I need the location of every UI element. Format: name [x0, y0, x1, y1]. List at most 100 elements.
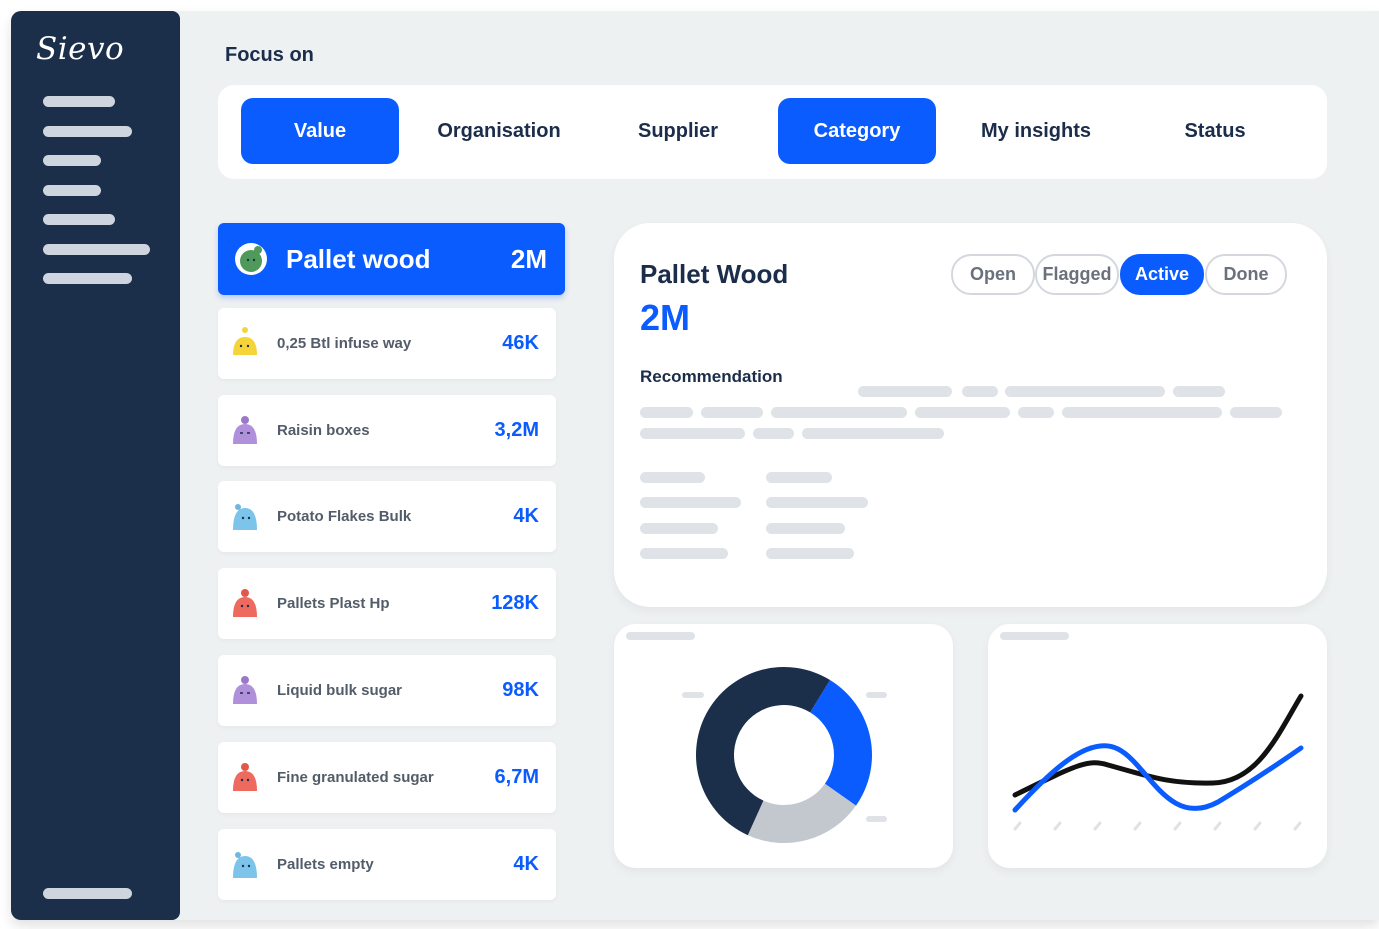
x-axis-tick: [1253, 821, 1262, 831]
placeholder-line: [962, 386, 998, 397]
x-axis-tick: [1293, 821, 1302, 831]
donut-chart: [626, 632, 887, 843]
sidebar-nav-item[interactable]: [43, 96, 115, 107]
green-character-icon: [235, 243, 267, 275]
category-name: Raisin boxes: [277, 422, 370, 439]
red-character-icon: [233, 763, 257, 791]
category-value: 98K: [502, 679, 539, 701]
x-axis-tick: [1053, 821, 1062, 831]
donut-segments: [696, 667, 872, 843]
tab-my-insights[interactable]: My insights: [957, 98, 1115, 164]
tab-organisation[interactable]: Organisation: [420, 98, 578, 164]
placeholder-line: [1062, 407, 1222, 418]
category-name: Liquid bulk sugar: [277, 682, 403, 699]
donut-legend-placeholder: [866, 692, 887, 698]
placeholder-line: [753, 428, 794, 439]
selected-category-name: Pallet wood: [286, 243, 431, 274]
placeholder-line: [1005, 386, 1165, 397]
placeholder-line: [640, 497, 741, 508]
placeholder-line: [771, 407, 907, 418]
line-chart-card: [988, 624, 1327, 868]
status-pill-active[interactable]: Active: [1120, 254, 1204, 295]
category-list-item[interactable]: 0,25 Btl infuse way 46K: [218, 308, 556, 379]
tab-category[interactable]: Category: [778, 98, 936, 164]
status-pill-done[interactable]: Done: [1205, 254, 1287, 295]
category-detail-card: Pallet Wood 2M Open Flagged Active Done …: [614, 223, 1327, 607]
placeholder-line: [640, 472, 705, 483]
placeholder-line: [640, 548, 728, 559]
tab-status[interactable]: Status: [1136, 98, 1294, 164]
blue-character-icon: [233, 504, 257, 530]
status-pill-open[interactable]: Open: [951, 254, 1035, 295]
yellow-character-icon: [233, 327, 257, 355]
category-name: 0,25 Btl infuse way: [277, 335, 412, 352]
focus-title: Focus on: [225, 44, 314, 66]
purple-character-icon: [233, 676, 257, 704]
category-list-item[interactable]: Potato Flakes Bulk 4K: [218, 481, 556, 552]
category-value: 4K: [513, 505, 539, 527]
donut-legend-placeholder: [866, 816, 887, 822]
focus-tab-bar: Value Organisation Supplier Category My …: [218, 85, 1327, 179]
sidebar-nav-item[interactable]: [43, 155, 101, 166]
x-axis-tick: [1093, 821, 1102, 831]
placeholder-line: [766, 472, 832, 483]
placeholder-line: [766, 548, 854, 559]
selected-category-card[interactable]: Pallet wood 2M: [218, 223, 565, 295]
placeholder-line: [640, 523, 718, 534]
red-character-icon: [233, 589, 257, 617]
category-list-item[interactable]: Liquid bulk sugar 98K: [218, 655, 556, 726]
placeholder-line: [640, 407, 693, 418]
sidebar-bottom-item[interactable]: [43, 888, 132, 899]
status-pill-flagged[interactable]: Flagged: [1035, 254, 1119, 295]
sidebar-nav-item[interactable]: [43, 185, 101, 196]
sievo-logo: Sievo: [36, 31, 125, 67]
category-name: Pallets Plast Hp: [277, 595, 390, 612]
sidebar-nav-item[interactable]: [43, 244, 150, 255]
placeholder-line: [802, 428, 944, 439]
placeholder-line: [1173, 386, 1225, 397]
donut-chart-card: [614, 624, 953, 868]
app-window: Sievo Focus on Value Organisation Suppli…: [11, 11, 1379, 920]
placeholder-line: [640, 428, 745, 439]
x-axis-tick: [1173, 821, 1182, 831]
placeholder-line: [1230, 407, 1282, 418]
sidebar-nav-item[interactable]: [43, 273, 132, 284]
category-name: Potato Flakes Bulk: [277, 508, 412, 525]
x-axis-tick: [1213, 821, 1222, 831]
blue-character-icon: [233, 852, 257, 878]
placeholder-line: [915, 407, 1010, 418]
placeholder-line: [1018, 407, 1054, 418]
line-series-black: [1012, 693, 1304, 798]
placeholder-line: [766, 523, 845, 534]
x-axis-tick: [1013, 821, 1022, 831]
placeholder-line: [766, 497, 868, 508]
category-value: 4K: [513, 853, 539, 875]
sidebar-nav-item[interactable]: [43, 214, 115, 225]
category-name: Pallets empty: [277, 856, 374, 873]
detail-title: Pallet Wood: [640, 259, 789, 289]
line-chart: [1000, 632, 1304, 831]
category-value: 3,2M: [494, 419, 539, 441]
sidebar: Sievo: [11, 11, 180, 920]
placeholder-line: [701, 407, 763, 418]
placeholder-line: [858, 386, 952, 397]
category-list-item[interactable]: Fine granulated sugar 6,7M: [218, 742, 556, 813]
category-list-item[interactable]: Pallets Plast Hp 128K: [218, 568, 556, 639]
purple-character-icon: [233, 416, 257, 444]
tab-supplier[interactable]: Supplier: [599, 98, 757, 164]
category-list-item[interactable]: Pallets empty 4K: [218, 829, 556, 900]
sidebar-nav-item[interactable]: [43, 126, 132, 137]
chart-title-placeholder: [626, 632, 695, 640]
category-value: 128K: [491, 592, 539, 614]
recommendation-label: Recommendation: [640, 367, 783, 386]
x-axis-tick: [1133, 821, 1142, 831]
category-value: 6,7M: [494, 766, 539, 788]
donut-segment: [810, 679, 872, 806]
detail-value: 2M: [640, 297, 691, 338]
selected-category-value: 2M: [510, 243, 547, 274]
category-name: Fine granulated sugar: [277, 769, 434, 786]
donut-legend-placeholder: [682, 692, 704, 698]
tab-value[interactable]: Value: [241, 98, 399, 164]
category-list-item[interactable]: Raisin boxes 3,2M: [218, 395, 556, 466]
category-value: 46K: [502, 332, 539, 354]
